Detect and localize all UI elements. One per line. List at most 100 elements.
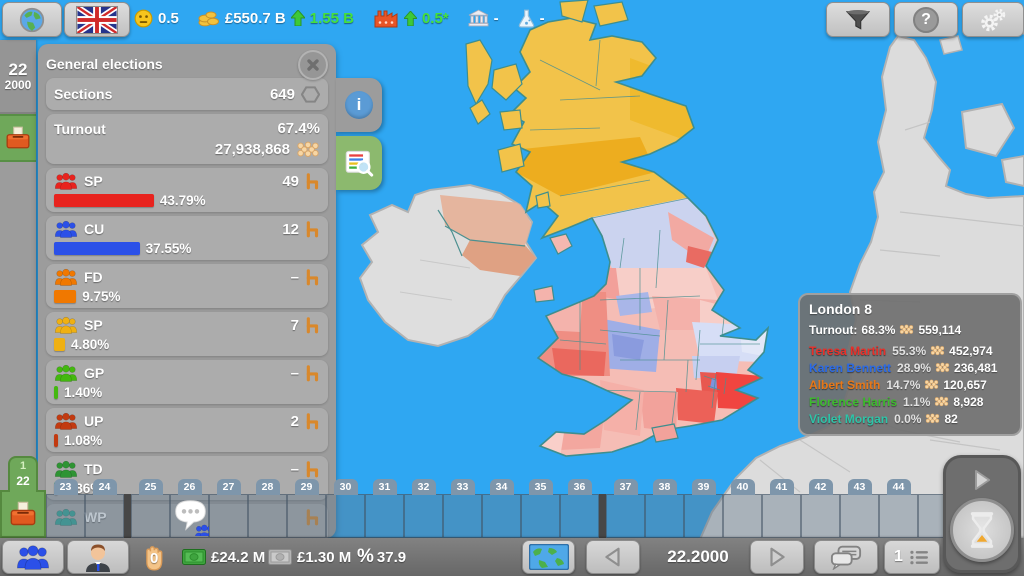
prev-button[interactable]	[586, 540, 640, 574]
timeline-year-cell[interactable]: 33	[443, 494, 482, 538]
filter-button[interactable]	[826, 2, 890, 37]
arrow-right-icon	[766, 546, 788, 568]
task-list-button[interactable]: 1	[884, 540, 940, 574]
timeline-year-cell[interactable]: 38	[645, 494, 684, 538]
actions-indicator[interactable]: 0	[142, 538, 158, 576]
timeline-year-cell[interactable]: 31	[365, 494, 404, 538]
play-icon	[970, 468, 994, 492]
settings-button[interactable]	[962, 2, 1024, 37]
ballot-box-icon	[5, 126, 31, 150]
seat-chair-icon	[305, 221, 320, 238]
event-bubble-icon[interactable]	[172, 496, 209, 536]
play-button[interactable]	[955, 462, 1009, 498]
timeline-year-cell[interactable]: 25	[131, 494, 170, 538]
seat-chair-icon	[305, 173, 320, 190]
timeline-year-label: 32	[412, 479, 436, 495]
timeline-year-cell[interactable]: 36	[560, 494, 599, 538]
party-icon	[54, 220, 78, 238]
help-button[interactable]: ?	[894, 2, 958, 37]
close-button[interactable]	[298, 50, 328, 80]
seat-chair-icon	[305, 461, 320, 478]
population-icon	[934, 396, 949, 407]
panel-header: General elections	[46, 50, 328, 78]
timeline-year-label: 28	[256, 479, 280, 495]
up-arrow-icon	[404, 11, 417, 26]
timeline-year-cell[interactable]: 37	[606, 494, 645, 538]
timeline-year-cell[interactable]: 24	[85, 494, 124, 538]
candidate-pct: 0.0%	[894, 412, 921, 426]
timeline-year-cell[interactable]: 29	[287, 494, 326, 538]
party-icon	[54, 460, 78, 478]
tooltip-turnout-count: 559,114	[918, 323, 961, 337]
party-row[interactable]: FD – 9.75%	[46, 264, 328, 308]
bank-icon	[468, 9, 489, 27]
timeline-year-cell[interactable]: 41	[762, 494, 801, 538]
party-vote-pct: 1.40%	[64, 385, 102, 400]
timeline-year-cell[interactable]: 35	[521, 494, 560, 538]
results-magnifier-icon	[344, 149, 374, 177]
messages-button[interactable]	[814, 540, 878, 574]
turnout-label: Turnout	[54, 121, 106, 137]
timeline-year-cell[interactable]: 30	[326, 494, 365, 538]
timeline-year-label: 38	[653, 479, 677, 495]
timeline-year-cell[interactable]: 32	[404, 494, 443, 538]
citizens-icon	[16, 544, 50, 570]
party-row[interactable]: SP 7 4.80%	[46, 312, 328, 356]
timeline-year-cell[interactable]: 23	[46, 494, 85, 538]
timeline-divider	[124, 494, 131, 538]
timeline-current-year-cell[interactable]: 1 22	[0, 490, 46, 538]
population-button[interactable]	[2, 540, 64, 574]
world-map-button[interactable]	[522, 540, 575, 574]
party-row[interactable]: SP 49 43.79%	[46, 168, 328, 212]
turnout-count: 27,938,868	[215, 141, 290, 158]
candidate-name: Violet Morgan	[809, 412, 888, 426]
candidate-pct: 14.7%	[886, 378, 920, 392]
timeline-year-label: 42	[809, 479, 833, 495]
country-flag-button[interactable]	[64, 2, 130, 37]
turnout-pct: 67.4%	[277, 120, 320, 137]
rating-indicator: % 37.9	[357, 538, 406, 576]
next-button[interactable]	[750, 540, 804, 574]
party-seats: 12	[282, 221, 299, 238]
timeline-year-cell[interactable]: 26	[170, 494, 209, 538]
wait-button[interactable]	[950, 498, 1014, 562]
election-event-marker[interactable]	[0, 114, 36, 162]
close-icon	[306, 58, 320, 72]
production-change: 0.5*	[422, 10, 449, 27]
party-row[interactable]: UP 2 1.08%	[46, 408, 328, 452]
timeline-year-cell[interactable]: 28	[248, 494, 287, 538]
timeline-year-label: 36	[568, 479, 592, 495]
timeline-year-cell[interactable]: 44	[879, 494, 918, 538]
candidate-pct: 55.3%	[892, 344, 926, 358]
party-row[interactable]: GP – 1.40%	[46, 360, 328, 404]
info-tab[interactable]: i	[336, 78, 382, 132]
timeline-year-cell[interactable]: 42	[801, 494, 840, 538]
world-view-button[interactable]	[2, 2, 62, 37]
leader-button[interactable]	[67, 540, 129, 574]
tooltip-turnout-label: Turnout:	[809, 323, 857, 337]
timeline-year-label: 23	[54, 479, 78, 495]
turnout-row[interactable]: Turnout 67.4% 27,938,868	[46, 114, 328, 164]
seat-chair-icon	[305, 365, 320, 382]
results-inspect-tab[interactable]	[336, 136, 382, 190]
party-row[interactable]: CU 12 37.55%	[46, 216, 328, 260]
sections-row[interactable]: Sections 649	[46, 78, 328, 110]
party-seats: –	[291, 365, 299, 382]
party-vote-bar	[54, 386, 58, 399]
seat-chair-icon	[305, 269, 320, 286]
timeline-year-label: 33	[451, 479, 475, 495]
timeline-year-cell[interactable]: 39	[684, 494, 723, 538]
timeline-year-cell[interactable]: 40	[723, 494, 762, 538]
timeline-year-cell[interactable]: 27	[209, 494, 248, 538]
happiness-icon	[134, 9, 153, 28]
coins-icon	[198, 9, 220, 27]
timeline-year-cell[interactable]: 34	[482, 494, 521, 538]
date-day: 22	[9, 61, 28, 79]
party-seats: 49	[282, 173, 299, 190]
timeline-year-cell[interactable]: 43	[840, 494, 879, 538]
party-vote-bar	[54, 194, 154, 207]
date-year: 2000	[5, 79, 32, 92]
candidate-pct: 1.1%	[903, 395, 930, 409]
candidate-pct: 28.9%	[897, 361, 931, 375]
ballot-box-icon	[9, 501, 37, 527]
